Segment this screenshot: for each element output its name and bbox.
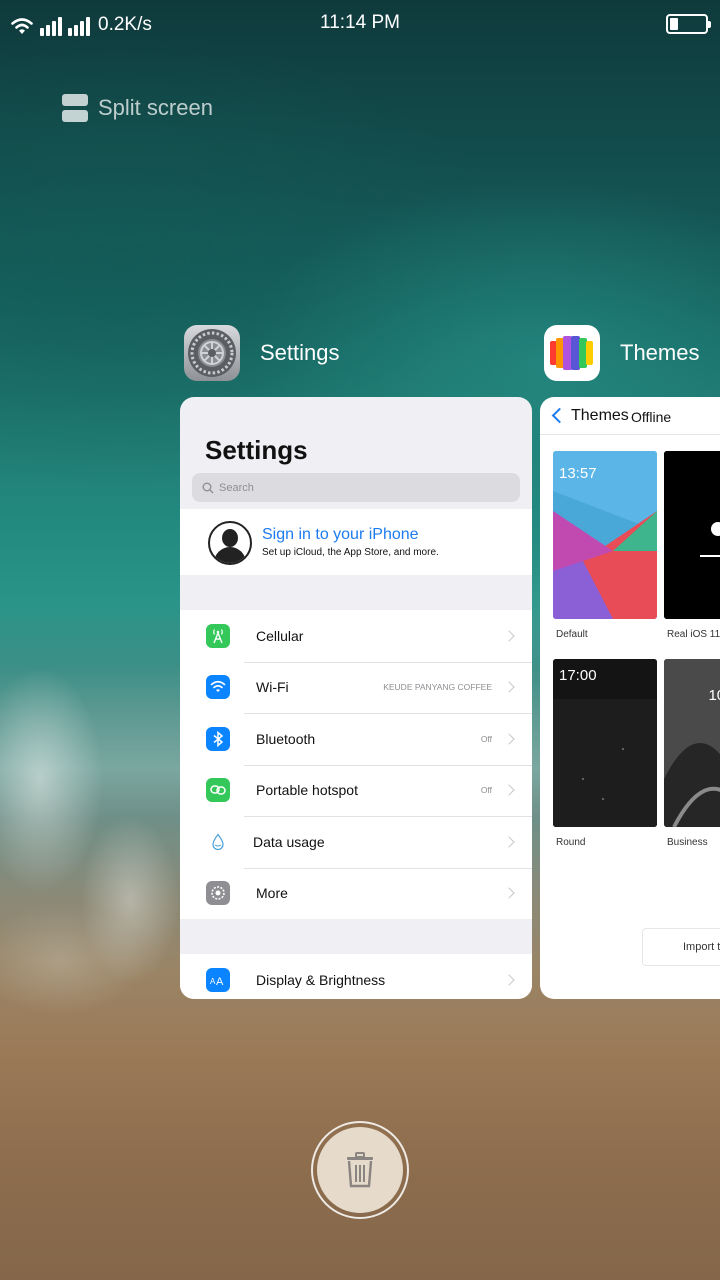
theme-thumb-real-ios (664, 451, 720, 619)
theme-label-real-ios: Real iOS 11 (667, 629, 720, 640)
themes-title: Themes (571, 407, 629, 424)
bluetooth-icon (206, 726, 230, 751)
signin-subtitle: Set up iCloud, the App Store, and more. (262, 547, 439, 558)
split-screen-icon (62, 94, 88, 122)
row-value: Off (480, 785, 492, 796)
search-placeholder: Search (219, 481, 254, 494)
row-label: Portable hotspot (256, 782, 358, 799)
back-chevron-icon (551, 407, 568, 424)
theme-label-round: Round (556, 837, 586, 848)
row-label: Wi-Fi (256, 679, 289, 696)
settings-row-data-usage: Data usage (180, 816, 532, 868)
clear-all-button[interactable] (311, 1121, 409, 1219)
app-header-settings[interactable]: Settings (184, 325, 340, 381)
trash-icon (317, 1127, 403, 1213)
settings-title: Settings (205, 435, 308, 465)
data-usage-icon (206, 829, 230, 854)
row-label: Bluetooth (256, 730, 316, 747)
row-label: Display & Brightness (256, 971, 386, 988)
signin-row: Sign in to your iPhone Set up iCloud, th… (180, 509, 532, 575)
theme-label-business: Business (667, 837, 708, 848)
chevron-right-icon (503, 784, 515, 796)
split-screen-button[interactable]: Split screen (62, 94, 213, 122)
app-name-settings: Settings (260, 340, 340, 365)
settings-row-display: AA Display & Brightness (180, 954, 532, 999)
chevron-right-icon (503, 836, 515, 848)
row-value: Off (480, 733, 492, 744)
chevron-right-icon (503, 630, 515, 642)
more-gear-icon (206, 881, 230, 906)
chevron-right-icon (503, 974, 515, 986)
split-screen-label: Split screen (98, 95, 213, 120)
battery-icon (666, 14, 711, 34)
settings-row-hotspot: Portable hotspot Off (180, 764, 532, 817)
import-button: Import t (642, 928, 720, 966)
chevron-right-icon (503, 733, 515, 745)
settings-row-bluetooth: Bluetooth Off (180, 713, 532, 765)
themes-icon (544, 325, 600, 381)
row-label: Data usage (253, 833, 325, 850)
row-value: KEUDE PANYANG COFFEE (383, 682, 492, 693)
status-bar: 0.2K/s 11:14 PM (0, 0, 720, 48)
theme-preview-time: 13:57 (559, 465, 597, 482)
theme-preview-time: 17:00 (559, 667, 597, 684)
clock: 11:14 PM (320, 12, 400, 33)
settings-row-cellular: Cellular (180, 610, 532, 662)
search-bar: Search (192, 473, 520, 502)
theme-preview-time: 10 52 (708, 687, 720, 704)
settings-row-wifi: Wi-Fi KEUDE PANYANG COFFEE (180, 661, 532, 714)
chevron-right-icon (503, 681, 515, 693)
hotspot-icon (206, 778, 230, 803)
recent-app-card-settings[interactable]: Settings Search Sign in to your iPhone S… (180, 397, 532, 999)
row-label: More (256, 885, 288, 902)
settings-group-display: AA Display & Brightness (180, 954, 532, 999)
import-label: Import t (683, 941, 720, 953)
display-brightness-icon: AA (206, 967, 230, 992)
signin-title: Sign in to your iPhone (262, 526, 419, 543)
row-label: Cellular (256, 627, 304, 644)
themes-header: Themes Offline (540, 397, 720, 435)
app-header-themes[interactable]: Themes (544, 325, 699, 381)
chevron-right-icon (503, 887, 515, 899)
app-name-themes: Themes (620, 340, 700, 365)
wifi-icon (206, 675, 230, 700)
cellular-icon (206, 623, 230, 648)
recent-app-card-themes[interactable]: Themes Offline 13:57 17:00 1 Default Rea… (540, 397, 720, 999)
themes-tab-offline: Offline (631, 409, 672, 425)
svg-text:A: A (216, 976, 224, 986)
theme-thumb-round (553, 659, 657, 827)
settings-row-more: More (180, 867, 532, 920)
settings-gear-icon (184, 325, 240, 381)
search-icon (202, 482, 214, 493)
theme-thumb-business (664, 659, 720, 827)
avatar (208, 521, 252, 565)
settings-group-network: Cellular Wi-Fi KEUDE PANYANG COFFEE Blue… (180, 610, 532, 919)
theme-label-default: Default (556, 629, 588, 640)
